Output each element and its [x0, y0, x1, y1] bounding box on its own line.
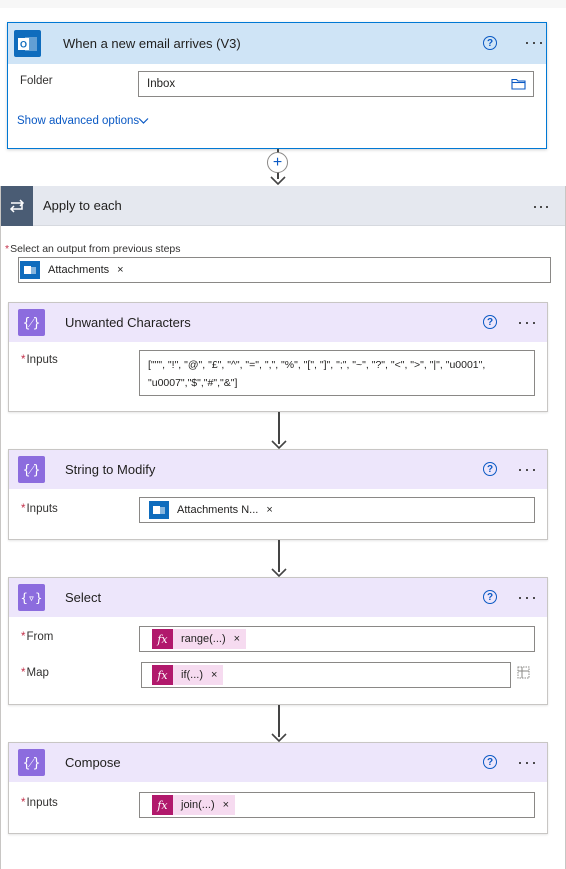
remove-token-icon[interactable]: ×: [234, 633, 240, 645]
fx-icon: fx: [152, 629, 173, 649]
more-dots-icon[interactable]: ···: [517, 460, 538, 478]
help-circle-icon[interactable]: ?: [483, 462, 497, 476]
attachments-token[interactable]: Attachments ×: [20, 260, 130, 280]
folder-value: Inbox: [147, 78, 176, 90]
filter-braces-icon: {▿}: [18, 584, 45, 611]
show-advanced-options-link[interactable]: Show advanced options: [17, 115, 139, 127]
from-label: *From: [21, 631, 54, 643]
map-label: *Map: [21, 667, 49, 679]
select-output-field[interactable]: Attachments ×: [18, 257, 551, 283]
canvas-top-strip: [0, 0, 566, 8]
remove-token-icon[interactable]: ×: [223, 799, 229, 811]
more-dots-icon[interactable]: ···: [517, 588, 538, 606]
outlook-icon: O: [14, 30, 41, 57]
select-card[interactable]: {▿} Select ? ··· *From fx range(...) × *…: [8, 577, 548, 705]
arrow-down-icon: [271, 440, 287, 449]
help-circle-icon[interactable]: ?: [483, 315, 497, 329]
remove-token-icon[interactable]: ×: [211, 669, 217, 681]
folder-label: Folder: [20, 75, 53, 87]
more-dots-icon[interactable]: ···: [517, 313, 538, 331]
string-to-modify-header[interactable]: {⁄} String to Modify ? ···: [9, 450, 547, 489]
svg-text:O: O: [19, 39, 26, 49]
select-header[interactable]: {▿} Select ? ···: [9, 578, 547, 617]
curly-braces-icon: {⁄}: [18, 309, 45, 336]
help-circle-icon[interactable]: ?: [483, 755, 497, 769]
unwanted-characters-card[interactable]: {⁄} Unwanted Characters ? ··· *Inputs ["…: [8, 302, 548, 412]
help-circle-icon[interactable]: ?: [483, 36, 497, 50]
arrow-down-icon: [270, 176, 286, 185]
remove-token-icon[interactable]: ×: [117, 264, 123, 276]
arrow-down-icon: [271, 568, 287, 577]
compose-input[interactable]: fx join(...) ×: [139, 792, 535, 818]
folder-field[interactable]: Inbox: [138, 71, 534, 97]
input-line-1: [""", "!", "@", "£", "^", "=", ",", "%",…: [148, 359, 486, 371]
table-toggle-icon[interactable]: [517, 666, 530, 679]
string-to-modify-input[interactable]: Attachments N... ×: [139, 497, 535, 523]
trigger-title: When a new email arrives (V3): [63, 36, 241, 51]
unwanted-characters-title: Unwanted Characters: [65, 315, 191, 330]
unwanted-characters-input[interactable]: [""", "!", "@", "£", "^", "=", ",", "%",…: [139, 350, 535, 396]
chevron-down-icon[interactable]: [138, 117, 149, 125]
select-from-input[interactable]: fx range(...) ×: [139, 626, 535, 652]
more-dots-icon[interactable]: ···: [517, 753, 538, 771]
string-to-modify-card[interactable]: {⁄} String to Modify ? ··· *Inputs Attac…: [8, 449, 548, 540]
curly-braces-icon: {⁄}: [18, 749, 45, 776]
inputs-label: *Inputs: [21, 503, 58, 515]
trigger-card[interactable]: O When a new email arrives (V3) ? ··· Fo…: [7, 22, 547, 149]
compose-header[interactable]: {⁄} Compose ? ···: [9, 743, 547, 782]
outlook-icon: [149, 501, 169, 519]
compose-card[interactable]: {⁄} Compose ? ··· *Inputs fx join(...) ×: [8, 742, 548, 834]
help-circle-icon[interactable]: ?: [483, 590, 497, 604]
unwanted-characters-header[interactable]: {⁄} Unwanted Characters ? ···: [9, 303, 547, 342]
arrow-down-icon: [271, 733, 287, 742]
more-dots-icon[interactable]: ···: [524, 33, 545, 51]
if-expression-token[interactable]: fx if(...) ×: [152, 665, 224, 685]
trigger-header[interactable]: O When a new email arrives (V3) ? ···: [8, 23, 546, 64]
join-expression-token[interactable]: fx join(...) ×: [152, 795, 236, 815]
select-map-input[interactable]: fx if(...) ×: [141, 662, 511, 688]
apply-to-each-container[interactable]: Apply to each ··· *Select an output from…: [0, 185, 566, 869]
apply-to-each-header[interactable]: Apply to each ···: [1, 185, 565, 226]
inputs-label: *Inputs: [21, 797, 58, 809]
apply-to-each-title: Apply to each: [43, 198, 122, 213]
attachments-name-token[interactable]: Attachments N... ×: [149, 500, 279, 520]
add-step-button[interactable]: +: [267, 152, 288, 173]
more-dots-icon[interactable]: ···: [532, 197, 550, 215]
fx-icon: fx: [152, 795, 173, 815]
range-expression-token[interactable]: fx range(...) ×: [152, 629, 247, 649]
select-output-label: *Select an output from previous steps: [5, 243, 181, 255]
curly-braces-icon: {⁄}: [18, 456, 45, 483]
outlook-icon: [20, 261, 40, 279]
string-to-modify-title: String to Modify: [65, 462, 156, 477]
compose-title: Compose: [65, 755, 121, 770]
select-title: Select: [65, 590, 102, 605]
inputs-label: *Inputs: [21, 354, 58, 366]
loop-icon: [1, 185, 33, 226]
remove-token-icon[interactable]: ×: [266, 504, 272, 516]
fx-icon: fx: [152, 665, 173, 685]
input-line-2: "u0007","$","#","&"]: [148, 377, 238, 389]
folder-icon[interactable]: [511, 78, 526, 90]
